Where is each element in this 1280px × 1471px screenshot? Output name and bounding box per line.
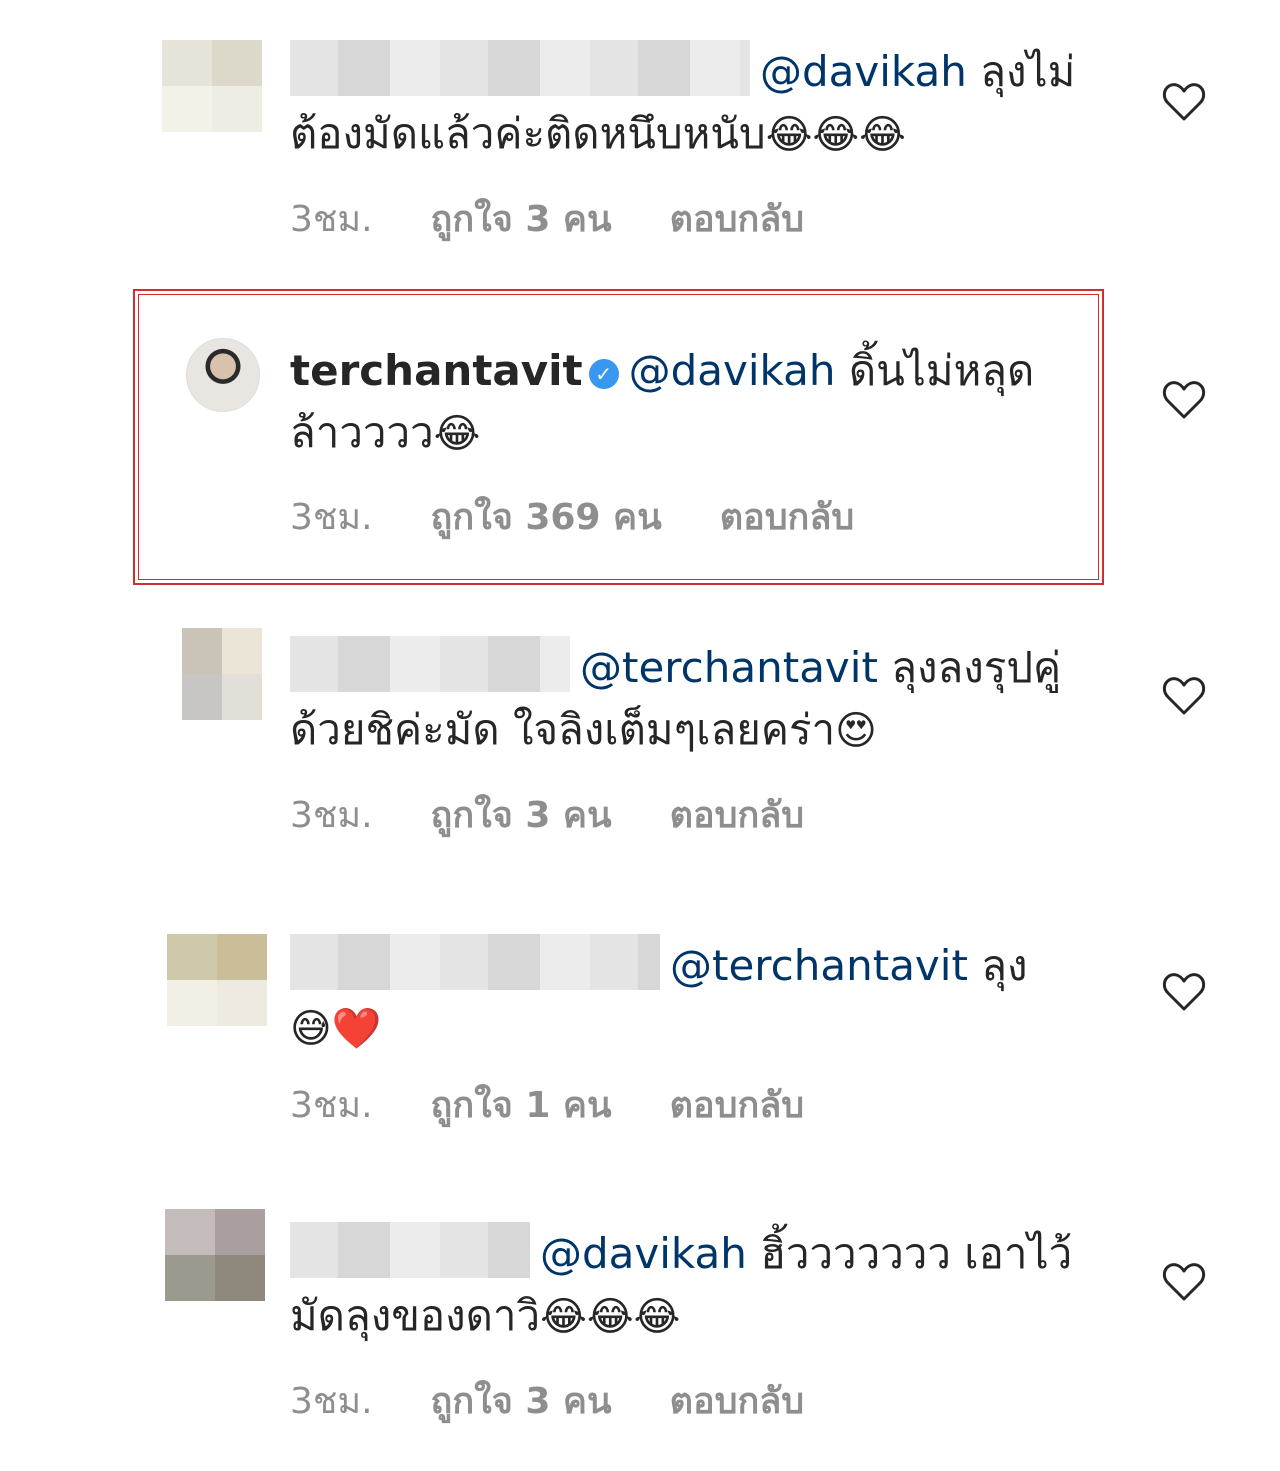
avatar[interactable] — [186, 338, 260, 412]
mention-link[interactable]: @terchantavit — [580, 643, 878, 692]
comment-meta: 3ชม. ถูกใจ 369 คน ตอบกลับ — [290, 488, 912, 545]
reply-button[interactable]: ตอบกลับ — [670, 1381, 805, 1422]
mention-link[interactable]: @terchantavit — [670, 941, 968, 990]
comment-body: terchantavit ✓ @davikah ดิ้นไม่หลุดล้าวววว… — [290, 340, 1070, 465]
heart-outline-icon[interactable] — [1160, 1258, 1208, 1306]
mention-link[interactable]: @davikah — [540, 1229, 747, 1278]
avatar[interactable] — [182, 628, 262, 720]
likes-count-link[interactable]: ถูกใจ 3 คน — [431, 199, 612, 240]
heart-outline-icon[interactable] — [1160, 672, 1208, 720]
mention-link[interactable]: @davikah — [760, 47, 967, 96]
emoji-text: 😍 — [835, 708, 877, 754]
comment-time: 3ชม. — [290, 1381, 373, 1422]
comment-body: @davikah ฮิ้ววววววว เอาไว้มัดลุงของดาวิ😂… — [290, 1222, 1100, 1348]
comment-body: @davikah ลุงไม่ต้องมัดแล้วค่ะติดหนึบหนับ… — [290, 40, 1100, 166]
comment-meta: 3ชม. ถูกใจ 1 คน ตอบกลับ — [290, 1076, 862, 1133]
comment-time: 3ชม. — [290, 1085, 373, 1126]
username-redacted[interactable] — [290, 636, 570, 692]
comment-body: @terchantavit ลุง 😅❤️ — [290, 934, 1050, 1060]
comment-meta: 3ชม. ถูกใจ 3 คน ตอบกลับ — [290, 786, 862, 843]
mention-link[interactable]: @davikah — [629, 346, 836, 395]
avatar[interactable] — [162, 40, 262, 132]
comment-time: 3ชม. — [290, 795, 373, 836]
comment-meta: 3ชม. ถูกใจ 3 คน ตอบกลับ — [290, 190, 862, 247]
likes-count-link[interactable]: ถูกใจ 3 คน — [431, 795, 612, 836]
comment-meta: 3ชม. ถูกใจ 3 คน ตอบกลับ — [290, 1372, 862, 1429]
emoji-text: 😅❤️ — [290, 1006, 382, 1052]
username-redacted[interactable] — [290, 40, 750, 96]
reply-button[interactable]: ตอบกลับ — [720, 497, 855, 538]
avatar[interactable] — [167, 934, 267, 1026]
emoji-text: 😂😂😂 — [540, 1294, 681, 1340]
heart-outline-icon[interactable] — [1160, 968, 1208, 1016]
comment-time: 3ชม. — [290, 497, 373, 538]
reply-button[interactable]: ตอบกลับ — [670, 199, 805, 240]
reply-button[interactable]: ตอบกลับ — [670, 1085, 805, 1126]
heart-outline-icon[interactable] — [1160, 78, 1208, 126]
likes-count-link[interactable]: ถูกใจ 3 คน — [431, 1381, 612, 1422]
verified-badge-icon: ✓ — [588, 359, 619, 389]
username-link[interactable]: terchantavit — [290, 346, 583, 395]
username-redacted[interactable] — [290, 1222, 530, 1278]
likes-count-link[interactable]: ถูกใจ 1 คน — [431, 1085, 612, 1126]
avatar[interactable] — [165, 1209, 265, 1301]
heart-outline-icon[interactable] — [1160, 376, 1208, 424]
emoji-text: 😂 — [433, 411, 481, 457]
emoji-text: 😂😂😂 — [765, 112, 906, 158]
comment-text: ลุง — [967, 941, 1028, 990]
likes-count-link[interactable]: ถูกใจ 369 คน — [431, 497, 662, 538]
comment-body: @terchantavit ลุงลงรุปคู่ด้วยชิค่ะมัด ใจ… — [290, 636, 1100, 762]
username-redacted[interactable] — [290, 934, 660, 990]
comment-time: 3ชม. — [290, 199, 373, 240]
reply-button[interactable]: ตอบกลับ — [670, 795, 805, 836]
